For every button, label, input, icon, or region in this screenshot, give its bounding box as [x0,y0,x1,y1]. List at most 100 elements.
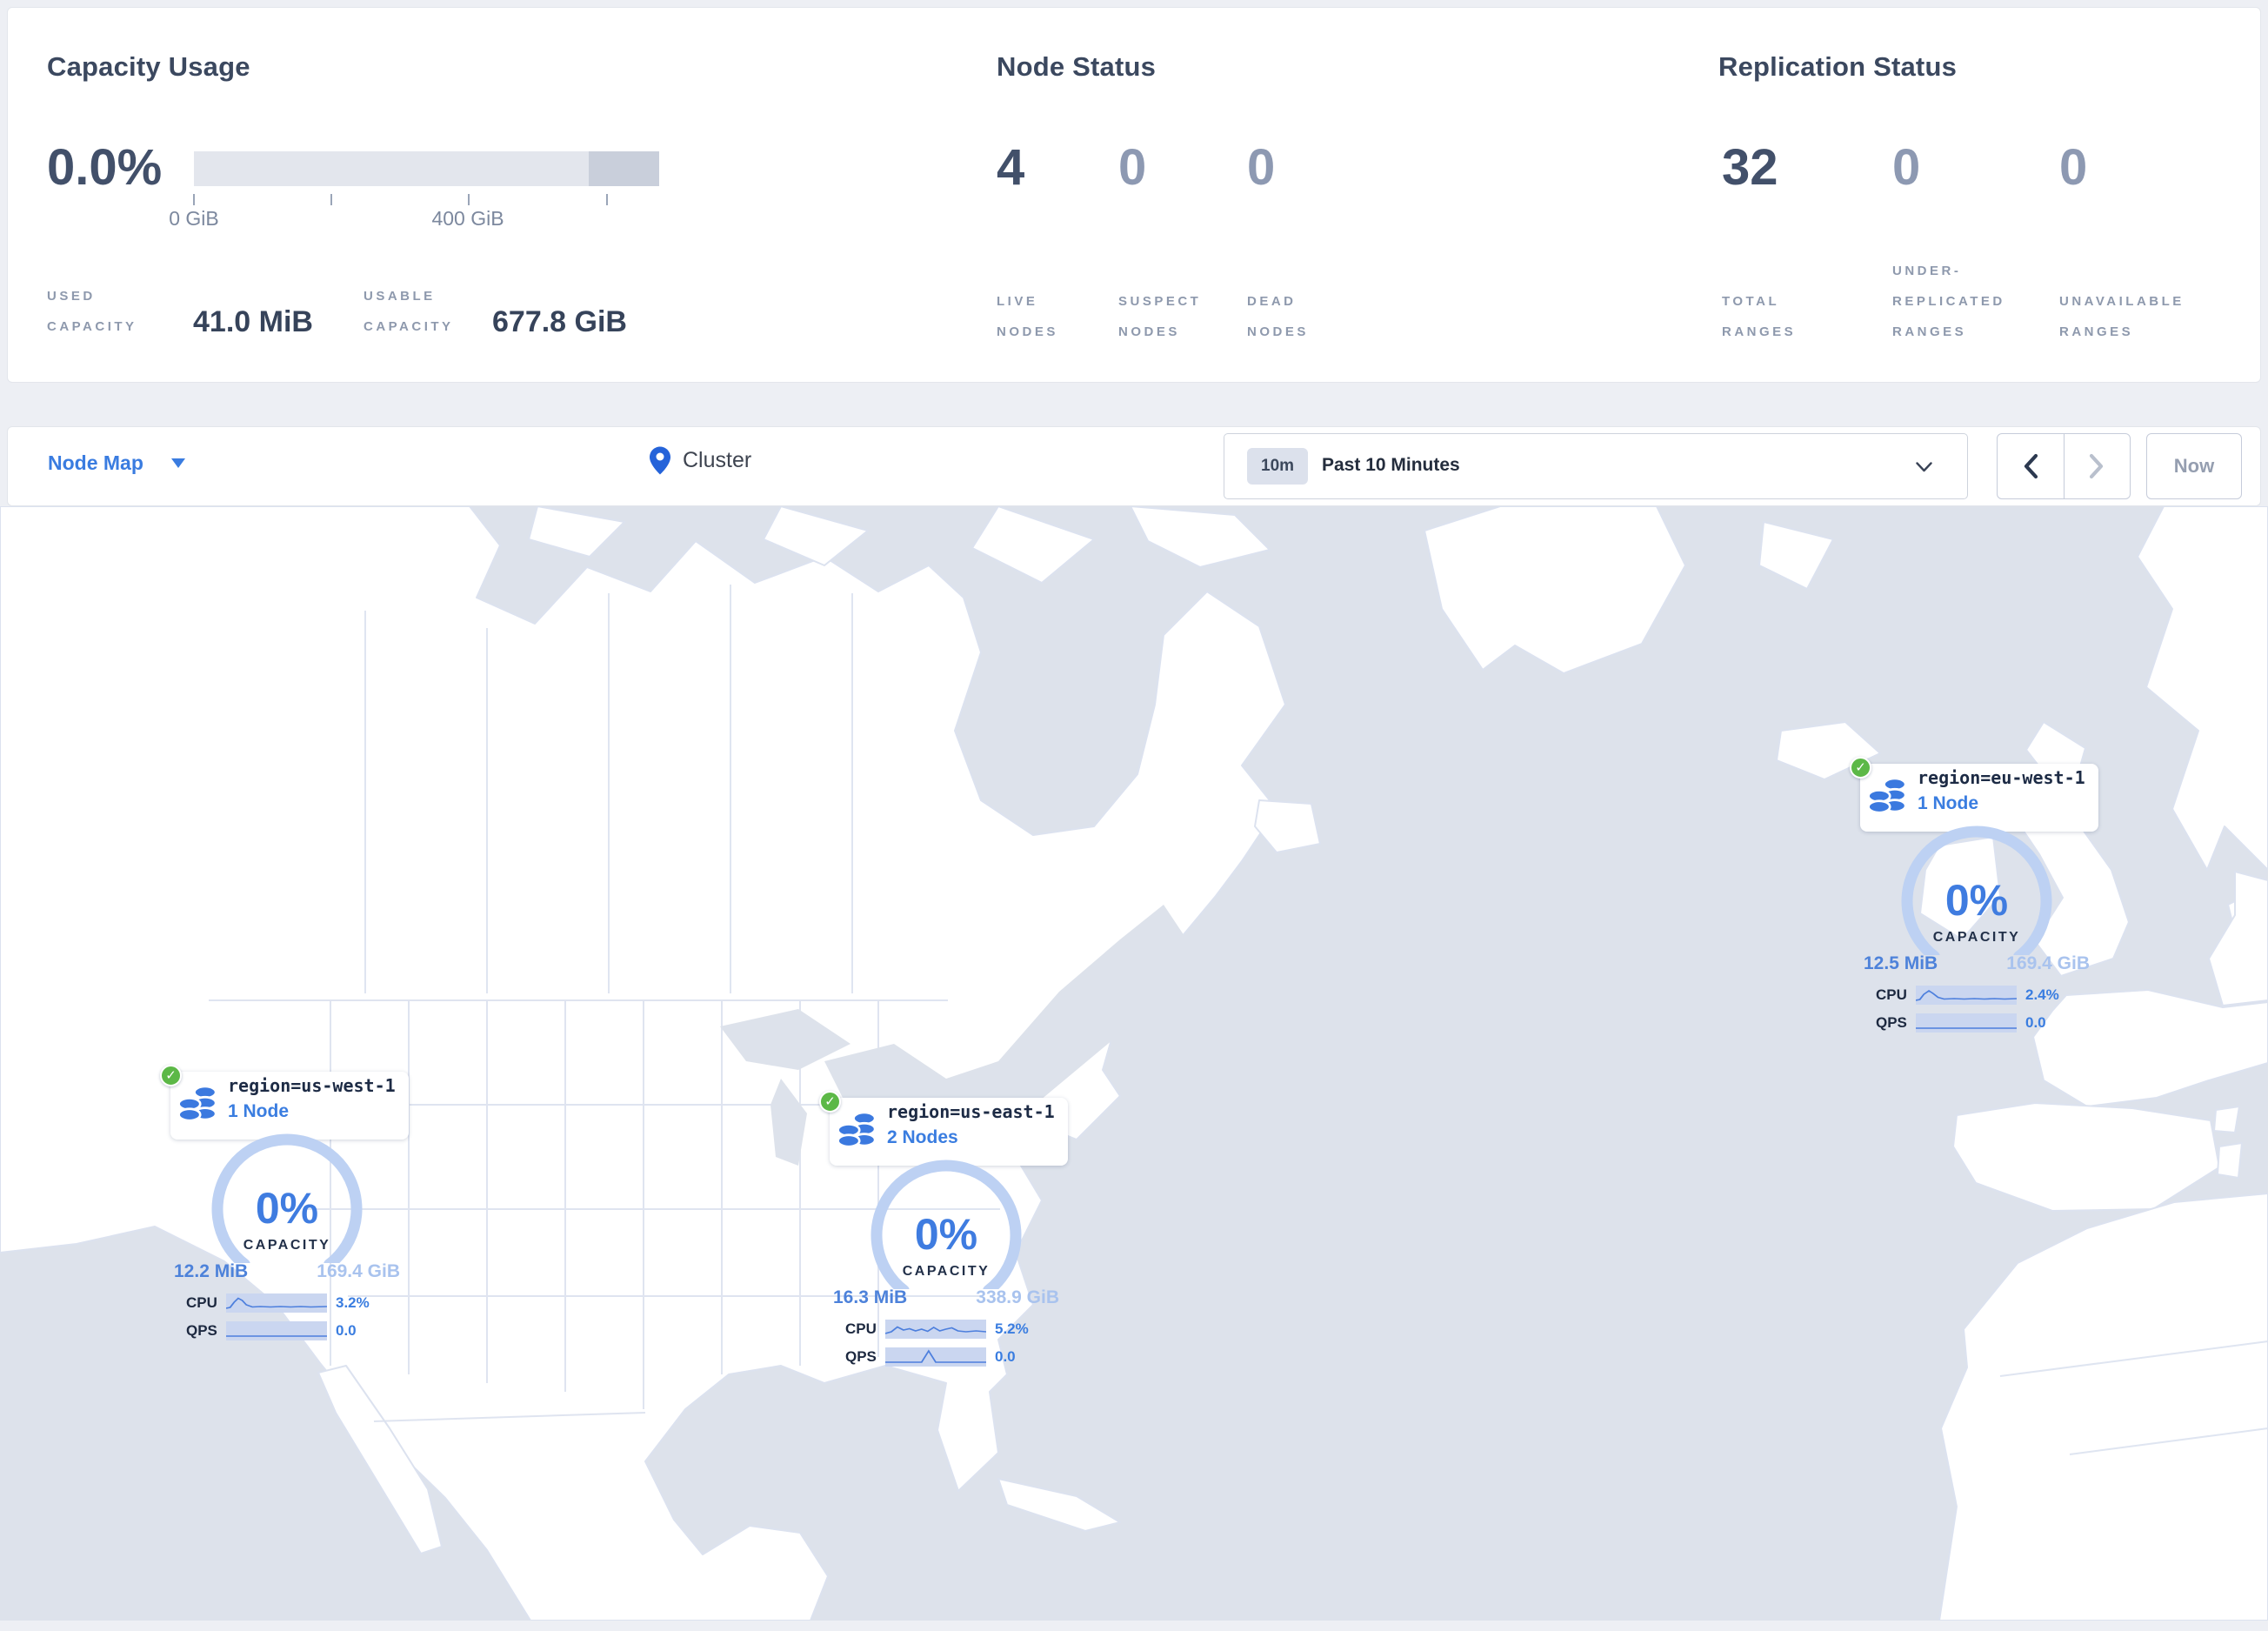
qps-row: QPS 0.0 [845,1347,1051,1367]
gauge-capacity-label: CAPACITY [1933,930,2021,945]
region-marker-us-west-1[interactable]: ✓ region=us-west-1 1 Node 0% CAPACITY 12… [160,1063,409,1359]
unavailable-value: 0 [2059,139,2088,196]
usable-capacity-label: USABLE CAPACITY [364,289,454,334]
capacity-gauge: 0% CAPACITY [871,1160,1022,1289]
capacity-values: 12.5 MiB 169.4 GiB [1864,953,2090,974]
gauge-percent: 0% [915,1210,977,1259]
under-replicated-value: 0 [1892,139,1921,196]
total-value: 338.9 GiB [976,1287,1059,1307]
bar-tick [468,194,470,205]
under-replicated-ranges-stat: 0 UNDER- REPLICATED RANGES [1892,143,2040,347]
capacity-usage-section: Capacity Usage 0.0% 0 GiB 400 GiB USED C… [8,8,964,384]
cpu-label: CPU [1876,986,1907,1003]
cpu-value: 5.2% [995,1320,1029,1337]
view-selector-label: Node Map [48,451,143,474]
live-nodes-label: LIVE NODES [997,294,1058,339]
region-node-count: 2 Nodes [887,1127,958,1147]
time-range-label: Past 10 Minutes [1322,455,1460,475]
unavailable-ranges-stat: 0 UNAVAILABLE RANGES [2059,143,2225,347]
gauge-capacity-label: CAPACITY [243,1238,331,1253]
region-node-count: 1 Node [1918,793,1979,813]
gauge-percent: 0% [1945,876,2008,925]
breadcrumb[interactable]: Cluster [650,446,751,475]
cpu-value: 2.4% [2025,986,2059,1003]
suspect-nodes-stat: 0 SUSPECT NODES [1118,143,1231,347]
region-marker-eu-west-1[interactable]: ✓ region=eu-west-1 1 Node 0% CAPACITY 12… [1850,755,2098,1051]
qps-value: 0.0 [336,1322,357,1339]
qps-sparkline [1916,1013,2017,1033]
cpu-label: CPU [186,1294,217,1311]
database-icon [1867,777,1907,814]
map-pin-icon [650,446,670,475]
summary-card: Capacity Usage 0.0% 0 GiB 400 GiB USED C… [7,7,2261,383]
cpu-label: CPU [845,1320,877,1337]
time-range-badge: 10m [1247,448,1309,485]
total-ranges-stat: 32 TOTAL RANGES [1722,143,1870,347]
map-toolbar: Node Map Cluster 10m Past 10 Minutes Now [7,426,2261,506]
capacity-values: 12.2 MiB 169.4 GiB [174,1261,400,1282]
now-button[interactable]: Now [2146,433,2242,499]
capacity-gauge: 0% CAPACITY [1901,826,2052,955]
cpu-value: 3.2% [336,1294,370,1311]
gauge-percent: 0% [256,1184,318,1233]
cpu-sparkline [226,1293,327,1313]
time-prev-button[interactable] [1998,434,2064,498]
qps-value: 0.0 [995,1348,1016,1365]
region-node-count: 1 Node [228,1101,290,1121]
bar-tick-label: 400 GiB [431,207,504,230]
bar-tick-label: 0 GiB [169,207,219,230]
used-capacity-label: USED CAPACITY [47,289,137,334]
total-ranges-value: 32 [1722,139,1778,196]
bar-tick [193,194,195,205]
node-map: ✓ region=us-west-1 1 Node 0% CAPACITY 12… [0,505,2268,1621]
dead-nodes-stat: 0 DEAD NODES [1247,143,1360,347]
region-title: region=eu-west-1 [1918,767,2085,788]
dead-nodes-value: 0 [1247,139,1276,196]
now-button-label: Now [2173,455,2215,477]
database-icon [837,1111,877,1148]
total-value: 169.4 GiB [317,1261,400,1281]
chevron-down-icon [1916,462,1932,472]
region-title: region=us-west-1 [228,1075,396,1096]
qps-label: QPS [1876,1014,1907,1031]
database-icon [177,1085,217,1122]
node-status-section: Node Status 4 LIVE NODES 0 SUSPECT NODES… [964,8,1625,384]
breadcrumb-label: Cluster [683,448,752,472]
capacity-usage-title: Capacity Usage [47,51,250,82]
qps-sparkline [885,1347,986,1367]
suspect-nodes-label: SUSPECT NODES [1118,294,1202,339]
qps-row: QPS 0.0 [186,1320,391,1341]
total-value: 169.4 GiB [2006,953,2090,973]
time-next-button[interactable] [2063,434,2131,498]
bar-tick [330,194,332,205]
replication-status-title: Replication Status [1718,51,1958,82]
cpu-row: CPU 2.4% [1876,985,2081,1006]
gauge-capacity-label: CAPACITY [903,1264,991,1279]
time-range-dropdown[interactable]: 10m Past 10 Minutes [1224,433,1968,499]
node-status-title: Node Status [997,51,1157,82]
region-marker-us-east-1[interactable]: ✓ region=us-east-1 2 Nodes 0% CAPACITY 1… [819,1089,1068,1385]
time-nav-group [1997,433,2131,499]
qps-label: QPS [186,1322,217,1339]
cpu-row: CPU 5.2% [845,1319,1051,1340]
view-selector[interactable]: Node Map [48,451,185,475]
used-value: 12.5 MiB [1864,953,1938,973]
qps-label: QPS [845,1348,877,1365]
qps-sparkline [226,1321,327,1340]
chevron-left-icon [2024,453,2038,479]
capacity-gauge: 0% CAPACITY [211,1133,363,1263]
suspect-nodes-value: 0 [1118,139,1147,196]
capacity-bar [194,151,589,186]
chevron-right-icon [2090,453,2104,479]
cpu-row: CPU 3.2% [186,1293,391,1313]
used-value: 12.2 MiB [174,1261,249,1281]
caret-down-icon [170,458,185,468]
cpu-sparkline [885,1320,986,1339]
used-capacity-value: 41.0 MiB [193,305,313,338]
under-replicated-label: UNDER- REPLICATED RANGES [1892,264,2005,339]
replication-status-section: Replication Status 32 TOTAL RANGES 0 UND… [1678,8,2262,384]
capacity-percent: 0.0% [47,139,163,196]
cpu-sparkline [1916,986,2017,1005]
capacity-values: 16.3 MiB 338.9 GiB [833,1287,1059,1308]
used-value: 16.3 MiB [833,1287,908,1307]
